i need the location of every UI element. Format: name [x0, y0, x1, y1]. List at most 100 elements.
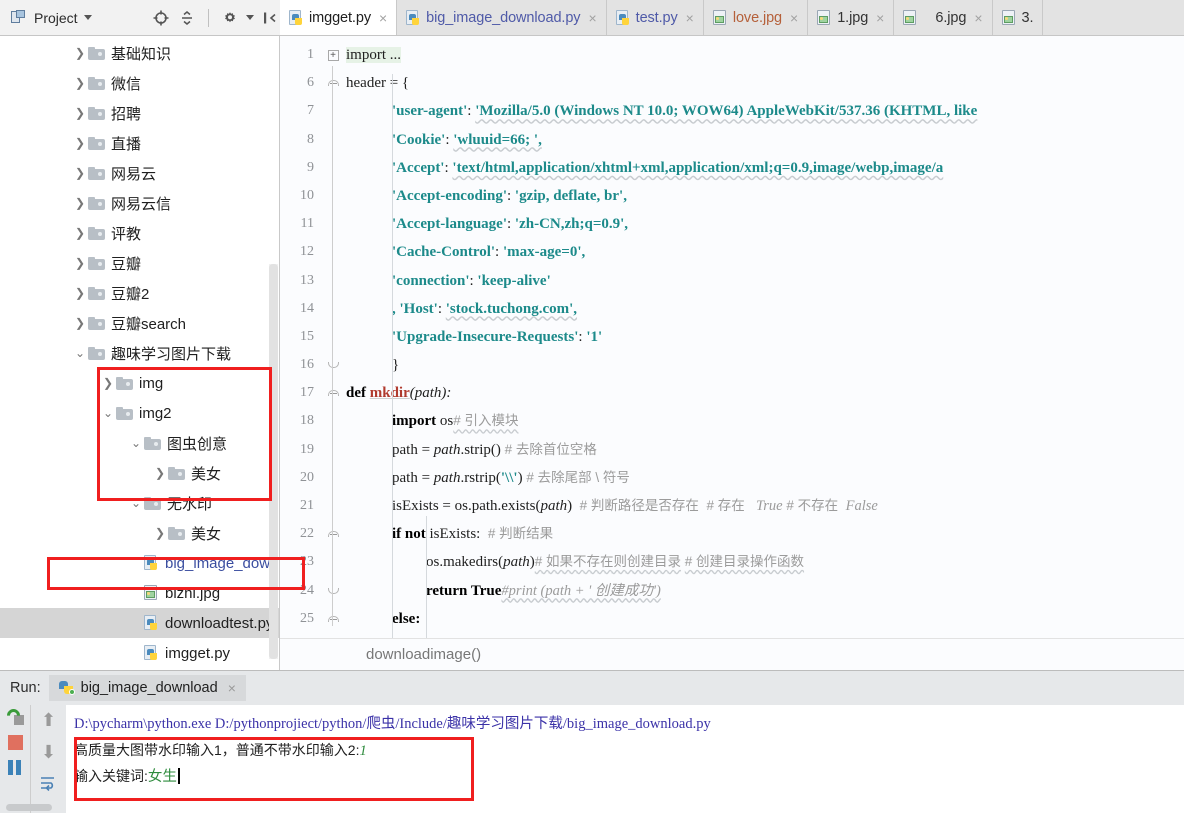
tab-test-py[interactable]: test.py ×: [606, 0, 704, 35]
chevron-down-icon[interactable]: ⌄: [100, 406, 116, 420]
target-icon[interactable]: [151, 8, 171, 28]
fold-collapse-icon[interactable]: [327, 390, 339, 397]
chevron-right-icon[interactable]: ❯: [72, 256, 88, 270]
code-keyword: if not: [392, 526, 426, 543]
tree-node-folder-expanded[interactable]: ⌄ 趣味学习图片下载: [0, 338, 279, 368]
close-icon[interactable]: ×: [974, 10, 982, 26]
tab-big-image-download-py[interactable]: big_image_download.py ×: [397, 0, 607, 35]
chevron-right-icon[interactable]: ❯: [72, 316, 88, 330]
chevron-right-icon[interactable]: ❯: [152, 526, 168, 540]
fold-collapse-icon[interactable]: [327, 531, 339, 538]
project-panel-icon[interactable]: [8, 8, 28, 28]
tree-node-folder[interactable]: ❯ img: [0, 368, 279, 398]
chevron-right-icon[interactable]: ❯: [72, 46, 88, 60]
close-icon[interactable]: ×: [790, 10, 798, 26]
tree-node-folder[interactable]: ❯ 网易云: [0, 158, 279, 188]
tab-6-jpg[interactable]: 6.jpg ×: [894, 0, 993, 35]
chevron-right-icon[interactable]: ❯: [72, 106, 88, 120]
code-content[interactable]: import ... header = { 'user-agent': 'Moz…: [346, 36, 1184, 638]
scroll-down-icon[interactable]: ⬇: [41, 743, 56, 761]
tab-3-jpg[interactable]: 3.: [992, 0, 1044, 35]
tree-node-folder[interactable]: ❯ 招聘: [0, 98, 279, 128]
chevron-right-icon[interactable]: ❯: [152, 466, 168, 480]
editor-panel: 1 6 7 8 9 10 11 12 13 14 15 16 17 18 19 …: [280, 36, 1184, 670]
tree-scrollbar[interactable]: [269, 264, 278, 659]
tree-node-meinv-2[interactable]: ❯ 美女: [0, 518, 279, 548]
tree-node-tuchong[interactable]: ⌄ 图虫创意: [0, 428, 279, 458]
folder-icon: [88, 316, 105, 330]
chevron-right-icon[interactable]: ❯: [72, 136, 88, 150]
chevron-right-icon[interactable]: ❯: [100, 376, 116, 390]
tree-node-folder[interactable]: ❯ 微信: [0, 68, 279, 98]
line-number: 12: [300, 244, 314, 260]
tree-node-img2[interactable]: ⌄ img2: [0, 398, 279, 428]
rerun-icon[interactable]: [3, 706, 24, 725]
code-line-7: 'user-agent': 'Mozilla/5.0 (Windows NT 1…: [392, 103, 978, 120]
hide-panel-icon[interactable]: [260, 8, 280, 28]
tree-node-label: 招聘: [111, 105, 142, 123]
folder-icon: [88, 256, 105, 270]
chevron-right-icon[interactable]: ❯: [72, 76, 88, 90]
settings-gear-icon[interactable]: [220, 8, 240, 28]
run-configuration-tab[interactable]: big_image_download ×: [48, 675, 246, 701]
collapse-all-icon[interactable]: [177, 8, 197, 28]
tree-node-big-image-download-py[interactable]: ❯ big_image_dowr: [0, 548, 279, 578]
stop-icon[interactable]: [7, 735, 23, 750]
tab-imgget-py[interactable]: imgget.py ×: [280, 0, 398, 35]
code-folding-gutter[interactable]: +: [320, 36, 346, 638]
tree-node-folder[interactable]: ❯ 豆瓣: [0, 248, 279, 278]
tree-node-wushuiyin[interactable]: ⌄ 无水印: [0, 488, 279, 518]
tree-node-downloadtest-py[interactable]: ❯ downloadtest.py: [0, 608, 279, 638]
code-editor[interactable]: 1 6 7 8 9 10 11 12 13 14 15 16 17 18 19 …: [280, 36, 1184, 638]
chevron-down-icon[interactable]: [83, 15, 92, 20]
fold-expand-icon[interactable]: +: [327, 49, 339, 61]
close-icon[interactable]: ×: [379, 10, 387, 26]
close-icon[interactable]: ×: [588, 10, 596, 26]
fold-collapse-icon[interactable]: [327, 80, 339, 87]
chevron-down-icon[interactable]: ⌄: [128, 436, 144, 450]
code-text: 'Mozilla/5.0 (Windows NT 10.0; WOW64) Ap…: [475, 103, 978, 120]
code-line-16: }: [346, 351, 1184, 379]
tab-1-jpg[interactable]: 1.jpg ×: [808, 0, 895, 35]
folder-icon: [168, 526, 185, 540]
soft-wrap-icon[interactable]: [40, 775, 58, 795]
code-text: , 'Host': [392, 300, 438, 317]
chevron-right-icon[interactable]: ❯: [72, 196, 88, 210]
console-output[interactable]: D:\pycharm\python.exe D:/pythonprojiect/…: [66, 705, 1184, 813]
code-line-6: header = {: [346, 69, 1184, 97]
tree-node-meinv-1[interactable]: ❯ 美女: [0, 458, 279, 488]
tree-node-folder[interactable]: ❯ 直播: [0, 128, 279, 158]
tree-node-bizhi-jpg[interactable]: ❯ bizhi.jpg: [0, 578, 279, 608]
folded-import-region[interactable]: import ...: [346, 47, 401, 63]
chevron-down-icon[interactable]: ⌄: [72, 346, 88, 360]
editor-tab-bar: imgget.py × big_image_download.py × test…: [280, 0, 1184, 35]
chevron-down-icon[interactable]: ⌄: [128, 496, 144, 510]
run-horizontal-scrollbar[interactable]: [6, 804, 52, 811]
tree-node-imgget-py[interactable]: ❯ imgget.py: [0, 638, 279, 668]
tree-scrollbar-thumb[interactable]: [269, 264, 278, 659]
image-file-icon: [712, 9, 728, 26]
tab-label: 1.jpg: [837, 9, 869, 26]
tree-node-folder[interactable]: ❯ 评教: [0, 218, 279, 248]
tree-node-folder[interactable]: ❯ 豆瓣search: [0, 308, 279, 338]
close-icon[interactable]: ×: [876, 10, 884, 26]
code-line-1: import ...: [346, 41, 1184, 69]
tab-love-jpg[interactable]: love.jpg ×: [703, 0, 809, 35]
fold-collapse-icon[interactable]: [327, 615, 339, 622]
scroll-up-icon[interactable]: ⬆: [41, 711, 56, 729]
breadcrumb[interactable]: downloadimage(): [280, 638, 1184, 670]
tree-node-folder[interactable]: ❯ 豆瓣2: [0, 278, 279, 308]
tree-node-folder[interactable]: ❯ 网易云信: [0, 188, 279, 218]
code-keyword: return True: [426, 582, 502, 599]
spacer-icon: ❯: [128, 646, 144, 660]
settings-chevron-icon[interactable]: [246, 15, 254, 20]
indent-guide: [392, 74, 393, 638]
tree-node-love-jpg[interactable]: ❯ love.jpg: [0, 668, 279, 670]
tree-node-folder[interactable]: ❯ 基础知识: [0, 38, 279, 68]
close-icon[interactable]: ×: [686, 10, 694, 26]
chevron-right-icon[interactable]: ❯: [72, 286, 88, 300]
pause-icon[interactable]: [8, 760, 22, 775]
chevron-right-icon[interactable]: ❯: [72, 166, 88, 180]
chevron-right-icon[interactable]: ❯: [72, 226, 88, 240]
close-icon[interactable]: ×: [228, 680, 236, 696]
